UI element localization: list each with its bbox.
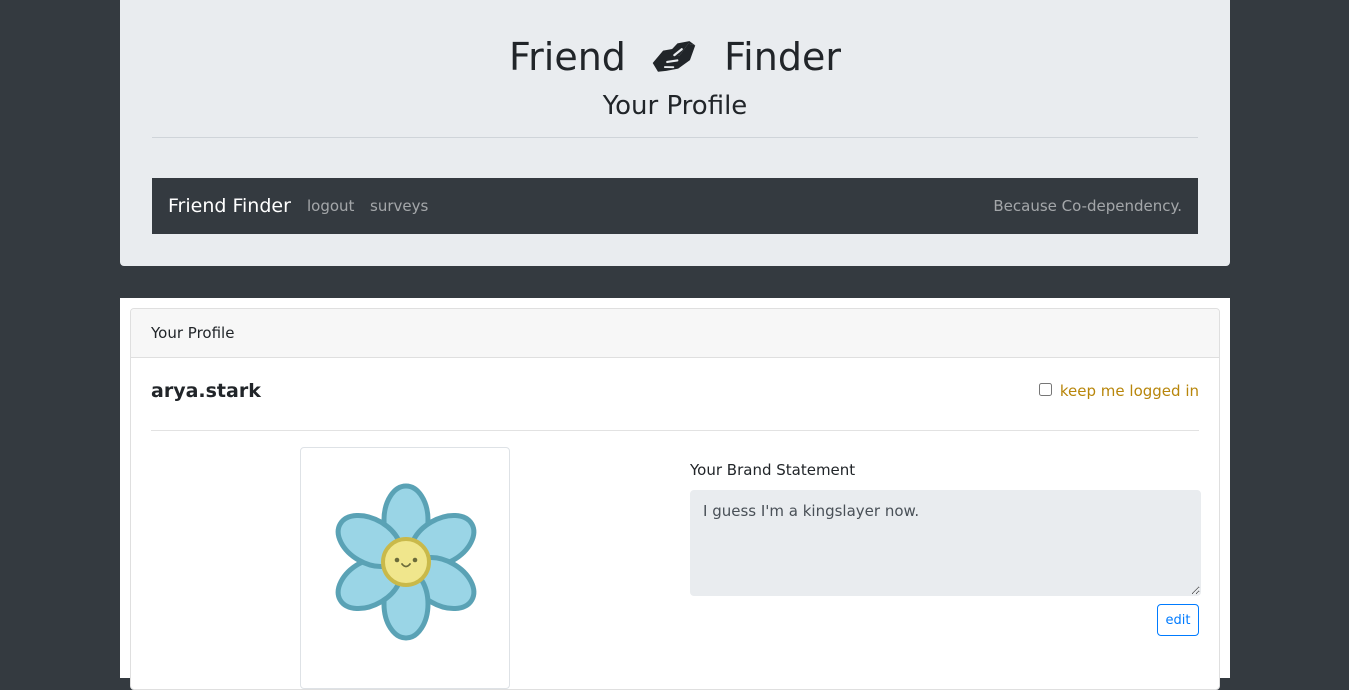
username: arya.stark <box>151 380 261 402</box>
page-subtitle: Your Profile <box>602 91 748 121</box>
card-header-title: Your Profile <box>151 324 235 342</box>
navbar: Friend Finder logout surveys Because Co-… <box>152 178 1198 234</box>
profile-card: Your Profile arya.stark keep me logged i… <box>130 308 1220 690</box>
keep-logged-in-toggle[interactable]: keep me logged in <box>1038 379 1199 403</box>
header-jumbotron: Friend Finder Your Profile Friend Finder… <box>120 0 1230 266</box>
navbar-brand[interactable]: Friend Finder <box>168 178 291 234</box>
site-title: Friend Finder <box>120 34 1230 80</box>
card-divider <box>151 430 1199 431</box>
nav-link-surveys[interactable]: surveys <box>370 178 428 234</box>
keep-logged-in-checkbox[interactable] <box>1038 382 1052 396</box>
main-container: Your Profile arya.stark keep me logged i… <box>120 298 1230 690</box>
edit-button[interactable]: edit <box>1157 604 1199 636</box>
brand-statement-textarea[interactable]: I guess I'm a kingslayer now. <box>690 490 1201 596</box>
navbar-tagline: Because Co-dependency. <box>993 197 1182 215</box>
card-header: Your Profile <box>131 309 1219 358</box>
handshake-icon <box>652 40 696 72</box>
nav-link-logout[interactable]: logout <box>307 178 354 234</box>
brand-statement-label: Your Brand Statement <box>690 461 856 479</box>
site-title-left: Friend <box>509 35 626 79</box>
avatar <box>300 447 510 689</box>
header-divider <box>152 137 1198 138</box>
keep-logged-in-label[interactable]: keep me logged in <box>1060 382 1199 400</box>
flower-avatar-icon <box>335 483 477 641</box>
site-title-right: Finder <box>724 35 841 79</box>
